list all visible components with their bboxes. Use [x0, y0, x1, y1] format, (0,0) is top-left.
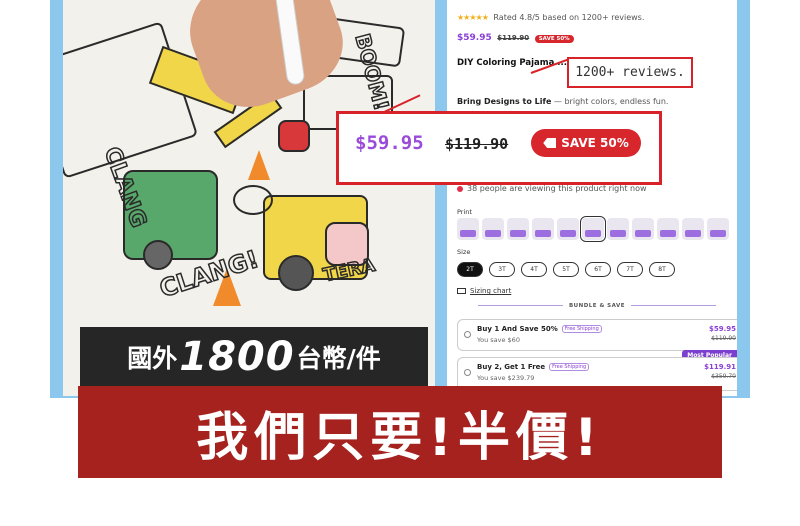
size-option-8t[interactable]: 8T	[649, 262, 675, 277]
free-shipping-badge: Free Shipping	[561, 325, 602, 333]
banner-line1-number: 1800	[179, 334, 295, 380]
save-badge: SAVE 50%	[534, 35, 574, 43]
bundle-name: Buy 1 And Save 50% Free Shipping	[477, 325, 602, 333]
bundle-compare-price: $359.70	[711, 373, 736, 380]
price-tag-icon	[543, 138, 557, 148]
size-label: Size	[457, 248, 471, 256]
radio-icon	[464, 331, 471, 338]
live-dot-icon	[457, 185, 463, 192]
print-swatch[interactable]	[632, 218, 654, 240]
print-swatch-selected[interactable]	[580, 216, 606, 242]
price: $59.95	[457, 33, 492, 43]
callout-save-label: SAVE 50%	[561, 136, 629, 150]
size-option-3t[interactable]: 3T	[489, 262, 515, 277]
print-swatch[interactable]	[482, 218, 504, 240]
print-swatch[interactable]	[707, 218, 729, 240]
ruler-icon	[457, 288, 466, 294]
callout-price: $59.95	[355, 132, 424, 154]
size-options: 2T 3T 4T 5T 6T 7T 8T	[457, 262, 675, 277]
rating-text: Rated 4.8/5 based on 1200+ reviews.	[493, 13, 645, 22]
size-option-7t[interactable]: 7T	[617, 262, 643, 277]
sizing-chart-label: Sizing chart	[470, 287, 512, 295]
half-price-banner: 我們只要!半價!	[78, 386, 722, 478]
tagline-rest: — bright colors, endless fun.	[551, 97, 669, 106]
callout-compare-price: $119.90	[445, 135, 509, 153]
viewers-text: 38 people are viewing this product right…	[467, 184, 647, 193]
print-label: Print	[457, 208, 472, 216]
rating-row: ★★★★★ Rated 4.8/5 based on 1200+ reviews…	[457, 13, 644, 22]
print-swatch[interactable]	[457, 218, 479, 240]
banner-line1-suffix: 台幣/件	[296, 344, 381, 373]
bundle-you-save: You save $60	[477, 336, 520, 344]
banner-line1-prefix: 國外	[127, 344, 178, 373]
bundle-you-save: You save $239.79	[477, 374, 535, 382]
size-option-2t[interactable]: 2T	[457, 262, 483, 277]
size-option-6t[interactable]: 6T	[585, 262, 611, 277]
reviews-callout: 1200+ reviews.	[567, 57, 693, 88]
bundle-heading: BUNDLE & SAVE	[457, 303, 737, 309]
tagline-strong: Bring Designs to Life	[457, 97, 552, 106]
sizing-chart-link[interactable]: Sizing chart	[457, 287, 511, 295]
print-swatch[interactable]	[657, 218, 679, 240]
print-swatch[interactable]	[507, 218, 529, 240]
print-swatch[interactable]	[532, 218, 554, 240]
price-callout: $59.95 $119.90 SAVE 50%	[336, 111, 662, 185]
size-option-5t[interactable]: 5T	[553, 262, 579, 277]
radio-icon	[464, 369, 471, 376]
print-swatch[interactable]	[682, 218, 704, 240]
callout-save-badge: SAVE 50%	[531, 129, 641, 157]
print-swatch[interactable]	[557, 218, 579, 240]
compare-price: $119.90	[497, 34, 530, 42]
tagline: Bring Designs to Life — bright colors, e…	[457, 97, 668, 106]
price-comparison-banner: 國外 1800 台幣/件	[80, 327, 428, 387]
viewers-row: 38 people are viewing this product right…	[457, 184, 647, 193]
print-swatches	[457, 216, 729, 242]
rating-stars-icon: ★★★★★	[457, 13, 489, 22]
bundle-price: $119.91	[704, 363, 736, 371]
bundle-option-1[interactable]: Buy 1 And Save 50% Free Shipping You save…	[457, 319, 737, 351]
bundle-compare-price: $119.90	[711, 335, 736, 342]
price-row: $59.95 $119.90 SAVE 50%	[457, 33, 574, 43]
bundle-name: Buy 2, Get 1 Free Free Shipping	[477, 363, 590, 371]
print-swatch[interactable]	[607, 218, 629, 240]
bundle-price: $59.95	[708, 325, 736, 333]
free-shipping-badge: Free Shipping	[549, 363, 590, 371]
size-option-4t[interactable]: 4T	[521, 262, 547, 277]
